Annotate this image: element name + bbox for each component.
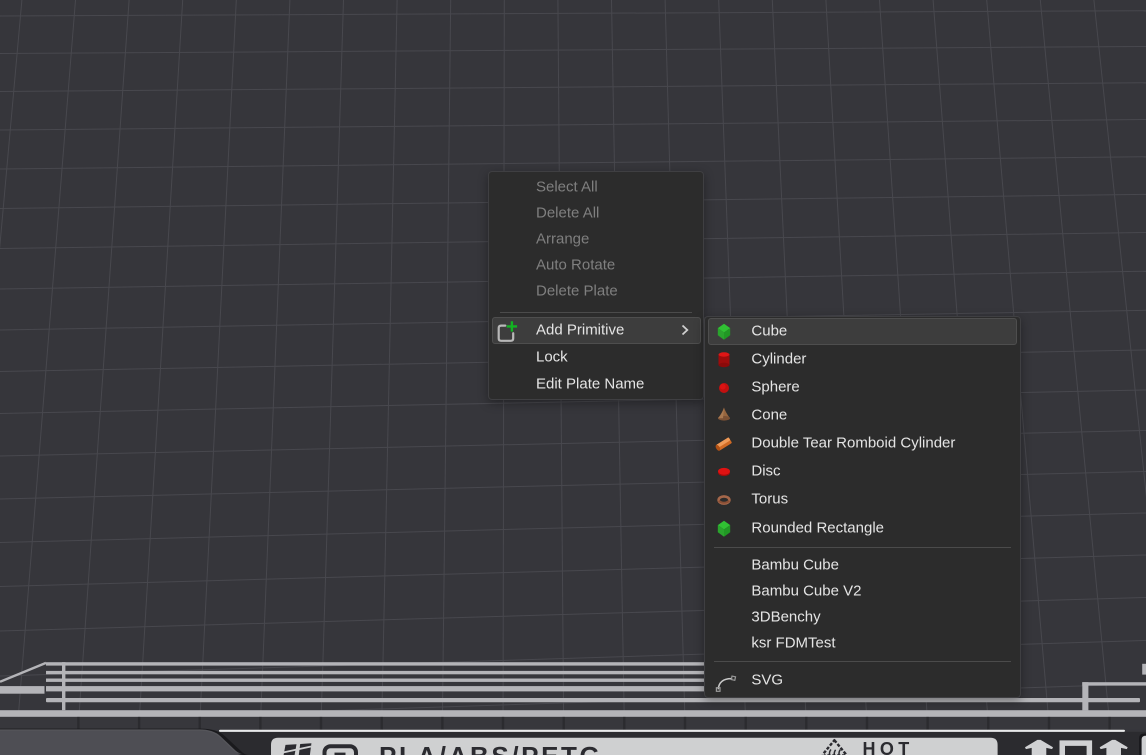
- svg-text:HOT: HOT: [863, 739, 914, 755]
- svg-text:PLA/ABS/PETG: PLA/ABS/PETG: [379, 741, 602, 755]
